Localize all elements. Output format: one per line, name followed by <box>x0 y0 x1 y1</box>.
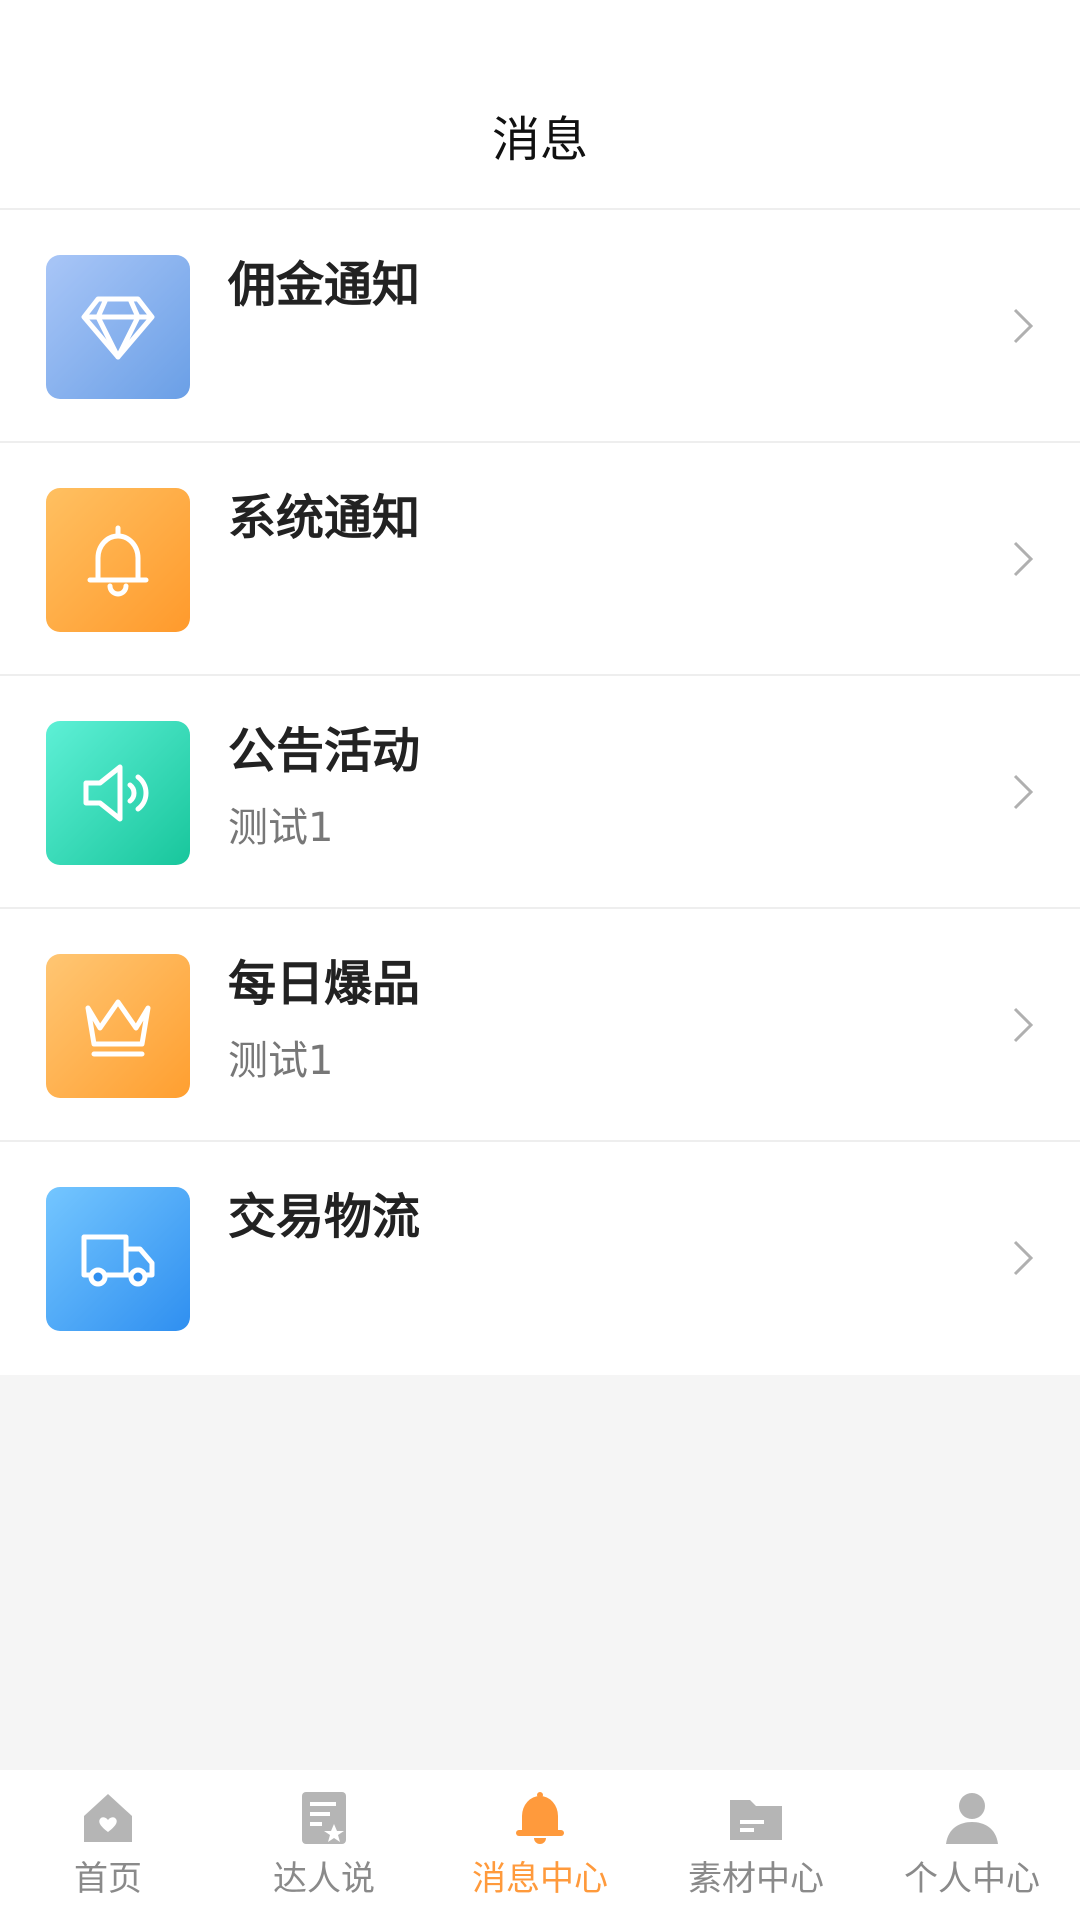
message-list: 佣金通知 系统通知 公告活动 测试1 每日爆品 测试1 交易物流 <box>0 210 1080 1375</box>
tab-label: 消息中心 <box>472 1859 608 1899</box>
message-title: 佣金通知 <box>228 257 421 313</box>
header: 消息 <box>0 0 1080 210</box>
tab-messages[interactable]: 消息中心 <box>432 1770 648 1920</box>
message-row-logistics[interactable]: 交易物流 <box>0 1142 1080 1375</box>
bell-icon <box>516 1792 564 1844</box>
message-title: 交易物流 <box>228 1189 421 1245</box>
chevron-right-icon <box>1013 1007 1034 1043</box>
chevron-right-icon <box>1013 541 1034 577</box>
announcement-icon-box <box>46 721 190 865</box>
bottom-tab-bar: 首页 达人说 消息中心 素材中心 个人中心 <box>0 1770 1080 1920</box>
tab-label: 个人中心 <box>904 1859 1040 1899</box>
tab-talent[interactable]: 达人说 <box>216 1770 432 1920</box>
commission-icon-box <box>46 255 190 399</box>
page-title: 消息 <box>491 112 588 168</box>
user-icon <box>946 1793 998 1844</box>
daily-hot-icon-box <box>46 954 190 1098</box>
message-preview: 测试1 <box>228 805 334 851</box>
message-title: 系统通知 <box>228 490 421 546</box>
message-title: 每日爆品 <box>228 956 421 1012</box>
message-title: 公告活动 <box>228 723 421 779</box>
bell-icon <box>87 525 149 597</box>
chevron-right-icon <box>1013 774 1034 810</box>
home-icon <box>84 1794 132 1842</box>
chevron-right-icon <box>1013 1240 1034 1276</box>
folder-icon <box>730 1800 782 1840</box>
message-preview: 测试1 <box>228 1038 334 1084</box>
system-icon-box <box>46 488 190 632</box>
truck-icon <box>81 1234 155 1287</box>
tab-home[interactable]: 首页 <box>0 1770 216 1920</box>
crown-icon <box>85 999 151 1057</box>
speaker-icon <box>83 764 149 822</box>
message-row-announcement[interactable]: 公告活动 测试1 <box>0 676 1080 909</box>
message-row-system[interactable]: 系统通知 <box>0 443 1080 676</box>
tab-profile[interactable]: 个人中心 <box>864 1770 1080 1920</box>
message-row-daily-hot[interactable]: 每日爆品 测试1 <box>0 909 1080 1142</box>
message-row-commission[interactable]: 佣金通知 <box>0 210 1080 443</box>
diamond-icon <box>81 296 155 360</box>
logistics-icon-box <box>46 1187 190 1331</box>
document-star-icon <box>302 1792 346 1844</box>
tab-label: 达人说 <box>273 1859 375 1899</box>
tab-materials[interactable]: 素材中心 <box>648 1770 864 1920</box>
chevron-right-icon <box>1013 308 1034 344</box>
tab-label: 首页 <box>74 1859 142 1899</box>
tab-label: 素材中心 <box>688 1859 824 1899</box>
